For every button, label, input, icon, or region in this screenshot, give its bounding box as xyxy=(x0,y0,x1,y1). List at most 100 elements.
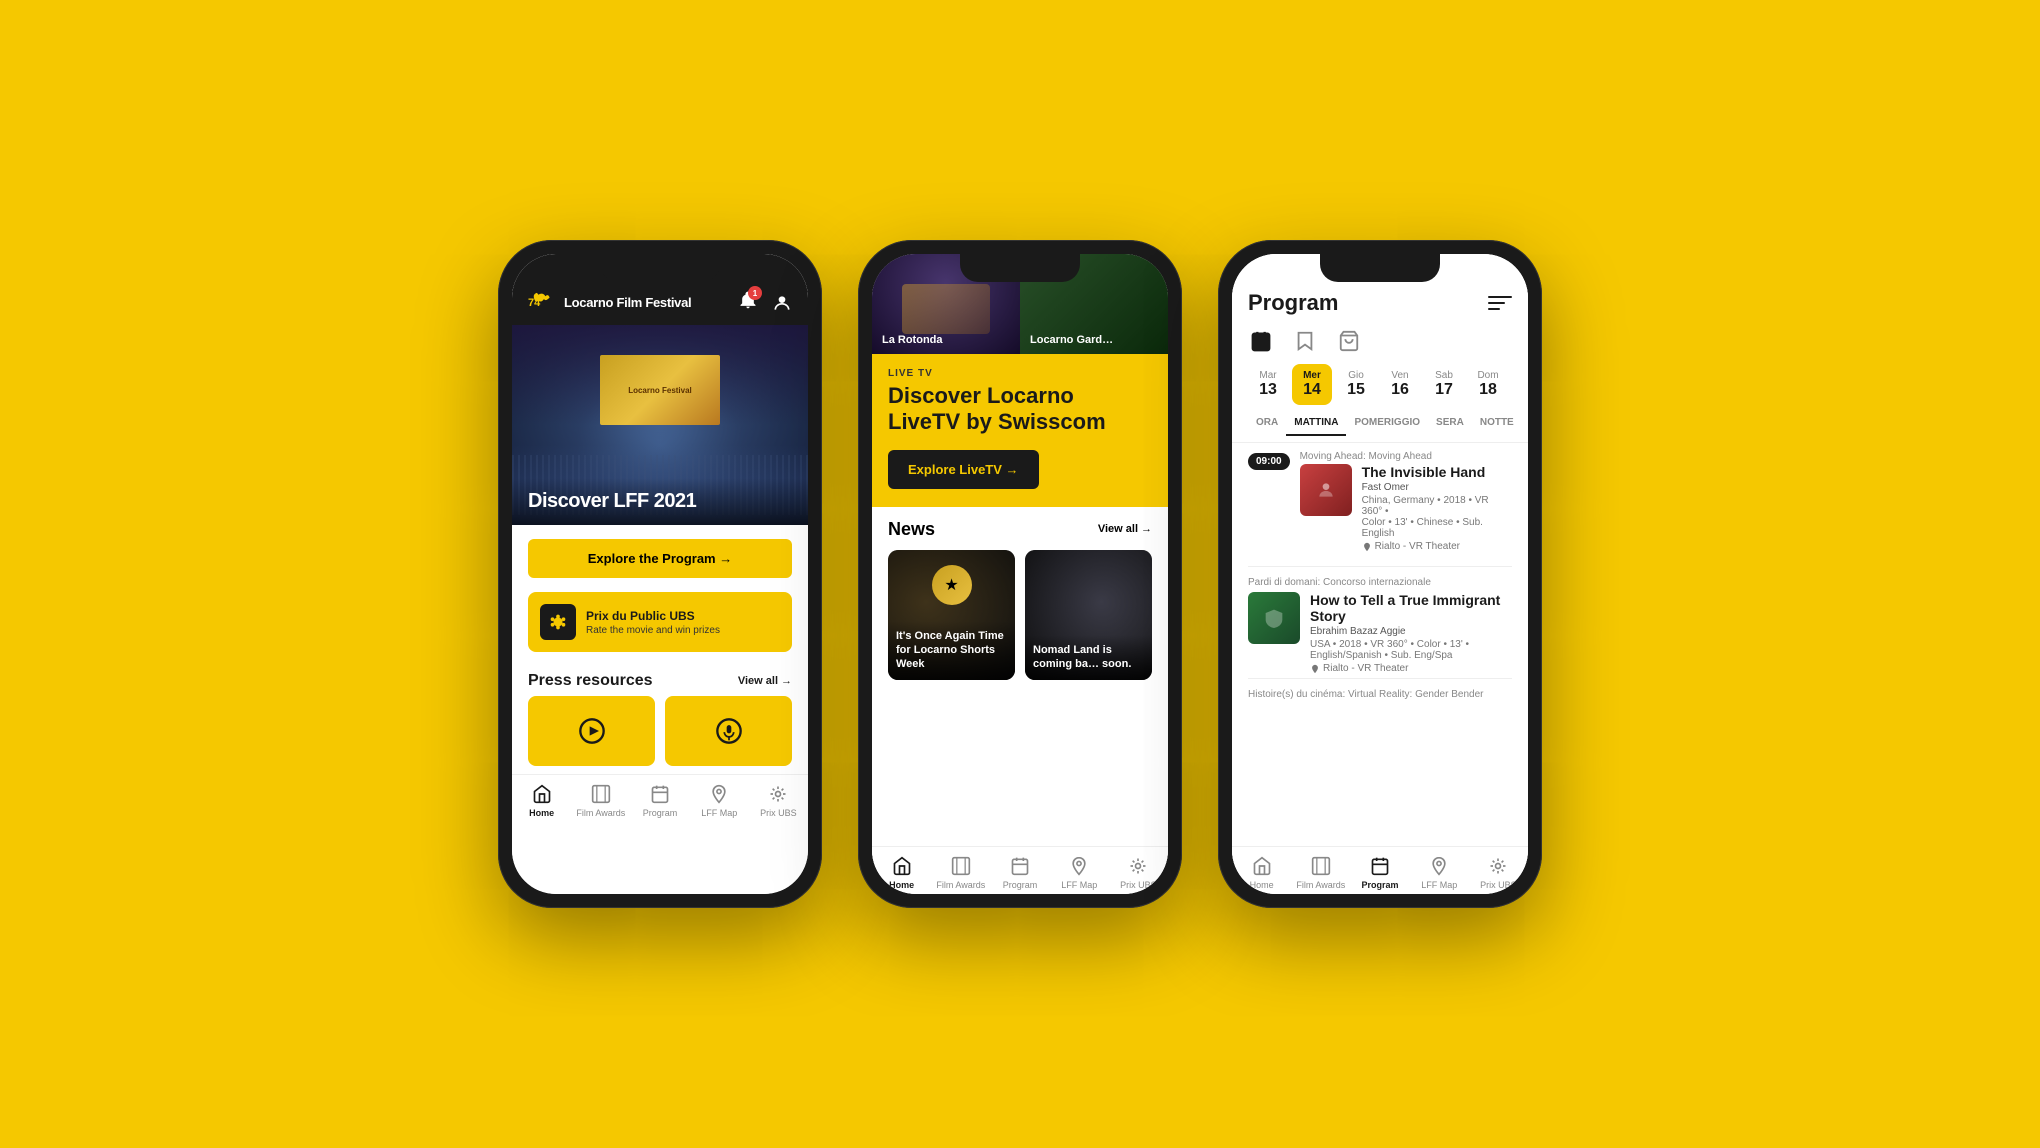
p3-bookmark-tab[interactable] xyxy=(1292,328,1318,354)
p3-day-mar[interactable]: Mar 13 xyxy=(1248,364,1288,405)
play-icon xyxy=(578,717,606,745)
event-meta-1: China, Germany • 2018 • VR 360° •Color •… xyxy=(1362,495,1512,539)
event-location-1: Rialto - VR Theater xyxy=(1362,541,1512,552)
event-location-2: Rialto - VR Theater xyxy=(1310,663,1512,674)
p1-header-icons: 1 xyxy=(738,290,792,315)
p3-page-title: Program xyxy=(1248,290,1338,316)
ubs-icon xyxy=(540,604,576,640)
filter-icon[interactable] xyxy=(1488,291,1512,315)
press-card-audio[interactable] xyxy=(665,696,792,766)
p1-bottom-nav: Home Film Awards Program xyxy=(512,774,808,822)
nav-prix-label: Prix UBS xyxy=(760,808,797,818)
garden-label: Locarno Gard… xyxy=(1030,334,1113,346)
p2-news-section: News View all → ★ xyxy=(872,507,1168,688)
bell-badge: 1 xyxy=(748,286,762,300)
p1-hero: Locarno Festival Discover LFF 2021 xyxy=(512,325,808,525)
ubs3-nav-icon xyxy=(1487,855,1509,877)
p3-tab-sera[interactable]: SERA xyxy=(1428,413,1472,436)
p3-day-mer[interactable]: Mer 14 xyxy=(1292,364,1332,405)
explore-program-button[interactable]: Explore the Program → xyxy=(528,539,792,578)
news-title: News xyxy=(888,519,935,540)
nav3-prix[interactable]: Prix UBS xyxy=(1469,855,1528,890)
p2-news-header: News View all → xyxy=(888,519,1152,540)
nav3-program[interactable]: Program xyxy=(1350,855,1409,890)
p1-promo-card[interactable]: Prix du Public UBS Rate the movie and wi… xyxy=(528,592,792,652)
p3-cart-tab[interactable] xyxy=(1336,328,1362,354)
p3-calendar-tab[interactable] xyxy=(1248,328,1274,354)
p3-tab-notte[interactable]: NOTTE xyxy=(1472,413,1522,436)
press-view-all[interactable]: View all → xyxy=(738,675,792,687)
nav-prix[interactable]: Prix UBS xyxy=(749,783,808,818)
p3-day-ven[interactable]: Ven 16 xyxy=(1380,364,1420,405)
nav-map[interactable]: LFF Map xyxy=(690,783,749,818)
p1-hero-overlay: Discover LFF 2021 xyxy=(512,478,808,525)
nav2-map[interactable]: LFF Map xyxy=(1050,855,1109,890)
nav2-film[interactable]: Film Awards xyxy=(931,855,990,890)
nav2-program[interactable]: Program xyxy=(990,855,1049,890)
nav-program[interactable]: Program xyxy=(630,783,689,818)
event-thumb-1 xyxy=(1300,464,1352,516)
bell-wrap[interactable]: 1 xyxy=(738,290,758,315)
news-card-2-text: Nomad Land is coming ba… soon. xyxy=(1033,643,1144,672)
nav2-prix[interactable]: Prix UBS xyxy=(1109,855,1168,890)
nav-film-awards[interactable]: Film Awards xyxy=(571,783,630,818)
p3-view-tabs xyxy=(1232,324,1528,362)
p3-divider-1 xyxy=(1248,566,1512,567)
event-label-2: Pardi di domani: Concorso internazionale xyxy=(1248,577,1512,588)
nav3-prix-label: Prix UBS xyxy=(1480,880,1517,890)
film3-icon xyxy=(1310,855,1332,877)
news-card-2-overlay: Nomad Land is coming ba… soon. xyxy=(1025,635,1152,680)
p3-days: Mar 13 Mer 14 Gio 15 Ven 16 xyxy=(1232,362,1528,411)
nav3-program-label: Program xyxy=(1362,880,1399,890)
event-thumb-2 xyxy=(1248,592,1300,644)
event-title-2: How to Tell a True Immigrant Story xyxy=(1310,592,1512,624)
news-card-1[interactable]: ★ It's Once Again Time for Locarno Short… xyxy=(888,550,1015,680)
map-icon xyxy=(708,783,730,805)
news-card-2[interactable]: Nomad Land is coming ba… soon. xyxy=(1025,550,1152,680)
p3-slot-content-2: Pardi di domani: Concorso internazionale… xyxy=(1248,577,1512,674)
press-card-video[interactable] xyxy=(528,696,655,766)
p2-news-cards: ★ It's Once Again Time for Locarno Short… xyxy=(888,550,1152,680)
nav3-home[interactable]: Home xyxy=(1232,855,1291,890)
ubs-logo xyxy=(547,611,569,633)
p3-day-sab[interactable]: Sab 17 xyxy=(1424,364,1464,405)
p3-tab-ora[interactable]: ORA xyxy=(1248,413,1286,436)
p3-day-dom[interactable]: Dom 18 xyxy=(1468,364,1508,405)
nav2-prix-label: Prix UBS xyxy=(1120,880,1157,890)
live-badge: LIVE TV xyxy=(888,368,1152,379)
p3-event-row-1[interactable]: The Invisible Hand Fast Omer China, Germ… xyxy=(1300,464,1512,552)
nav3-map[interactable]: LFF Map xyxy=(1410,855,1469,890)
ubs2-nav-icon xyxy=(1127,855,1149,877)
p1-press-header: Press resources View all → xyxy=(512,664,808,696)
bookmark-icon xyxy=(1294,330,1316,352)
notch-2 xyxy=(960,254,1080,282)
promo-title: Prix du Public UBS xyxy=(586,609,720,623)
news-view-all[interactable]: View all → xyxy=(1098,523,1152,535)
p2-hero-title: Discover LocarnoLiveTV by Swisscom xyxy=(888,383,1152,436)
p3-day-gio[interactable]: Gio 15 xyxy=(1336,364,1376,405)
rotonda-label: La Rotonda xyxy=(882,334,943,346)
p3-tab-mattina[interactable]: MATTINA xyxy=(1286,413,1346,436)
p1-festival-screen: Locarno Festival xyxy=(600,355,720,425)
p2-hero-yellow: LIVE TV Discover LocarnoLiveTV by Swissc… xyxy=(872,354,1168,507)
p3-event-row-2[interactable]: How to Tell a True Immigrant Story Ebrah… xyxy=(1248,592,1512,674)
event-label-1: Moving Ahead: Moving Ahead xyxy=(1300,451,1512,462)
home3-icon xyxy=(1251,855,1273,877)
p3-time-tabs: ORA MATTINA POMERIGGIO SERA NOTTE xyxy=(1232,411,1528,443)
nav3-film[interactable]: Film Awards xyxy=(1291,855,1350,890)
phone-3-screen: Program xyxy=(1232,254,1528,894)
nav-home[interactable]: Home xyxy=(512,783,571,818)
p1-cta-area: Explore the Program → xyxy=(512,525,808,592)
nav2-home[interactable]: Home xyxy=(872,855,931,890)
phone-1-screen: 74 Locarno Film Festival 1 xyxy=(512,254,808,894)
event-meta-2: USA • 2018 • VR 360° • Color • 13' •Engl… xyxy=(1310,639,1512,661)
event-info-1: The Invisible Hand Fast Omer China, Germ… xyxy=(1362,464,1512,552)
explore-livetv-button[interactable]: Explore LiveTV → xyxy=(888,450,1039,489)
map3-icon xyxy=(1428,855,1450,877)
event-label-3: Histoire(s) du cinéma: Virtual Reality: … xyxy=(1248,689,1512,700)
nav2-home-label: Home xyxy=(889,880,914,890)
nav2-map-label: LFF Map xyxy=(1061,880,1097,890)
user-icon[interactable] xyxy=(772,293,792,313)
map2-icon xyxy=(1068,855,1090,877)
p3-tab-pomeriggio[interactable]: POMERIGGIO xyxy=(1346,413,1428,436)
